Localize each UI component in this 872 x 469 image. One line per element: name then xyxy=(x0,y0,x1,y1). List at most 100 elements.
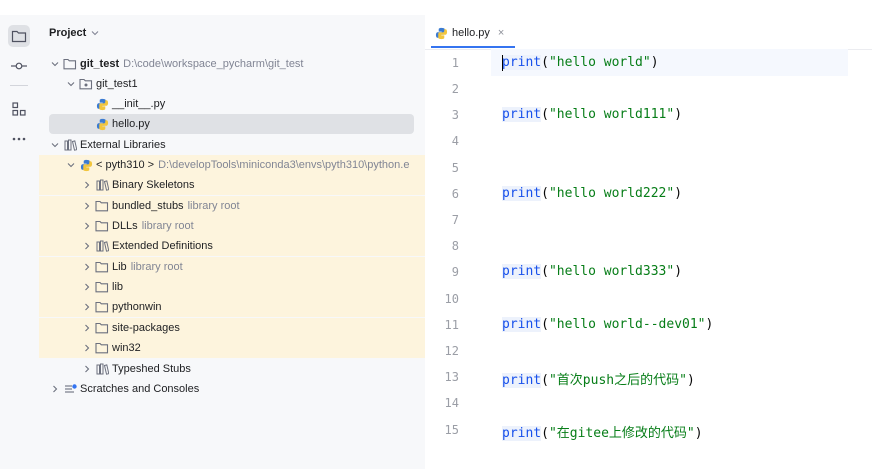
strip-separator xyxy=(10,85,28,86)
library-icon xyxy=(95,239,109,253)
code-string: "hello world222" xyxy=(548,186,675,201)
code-paren: ) xyxy=(650,55,659,70)
chevron-right-icon[interactable] xyxy=(81,277,93,297)
tree-item-init-py[interactable]: __init__.py xyxy=(39,94,425,114)
chevron-right-icon[interactable] xyxy=(81,297,93,317)
tree-item-lib-root[interactable]: Lib library root xyxy=(39,257,425,277)
code-string: "hello world333" xyxy=(548,264,675,279)
code-string: "hello world--dev01" xyxy=(548,317,706,332)
chevron-down-icon[interactable] xyxy=(65,155,77,175)
code-paren: ( xyxy=(541,107,549,122)
tree-item-label: lib xyxy=(112,281,124,293)
code-string: "hello world" xyxy=(548,55,651,70)
project-panel-header[interactable]: Project xyxy=(49,25,99,41)
tree-item-extended-definitions[interactable]: Extended Definitions xyxy=(39,236,425,256)
code-paren: ( xyxy=(541,264,549,279)
chevron-right-icon[interactable] xyxy=(81,338,93,358)
code-paren: ) xyxy=(686,373,695,388)
library-icon xyxy=(63,138,77,152)
tree-item-scratches[interactable]: Scratches and Consoles xyxy=(39,379,425,399)
folder-icon xyxy=(95,300,109,314)
code-function: print xyxy=(502,373,542,388)
chevron-down-icon[interactable] xyxy=(65,74,77,94)
chevron-right-icon[interactable] xyxy=(81,257,93,277)
chevron-down-icon[interactable] xyxy=(49,54,61,74)
tree-item-label: Typeshed Stubs xyxy=(112,363,191,375)
chevron-right-icon[interactable] xyxy=(81,359,93,379)
chevron-down-icon xyxy=(91,31,99,36)
line-number: 15 xyxy=(444,423,459,437)
tree-item-dlls[interactable]: DLLs library root xyxy=(39,216,425,236)
code-function: print xyxy=(502,264,542,279)
code-line: print("hello world") xyxy=(502,55,659,70)
tree-item-path: D:\code\workspace_pycharm\git_test xyxy=(123,58,304,70)
code-function: print xyxy=(502,186,542,201)
library-icon xyxy=(95,362,109,376)
tree-item-label: hello.py xyxy=(112,118,150,130)
more-icon xyxy=(12,137,26,141)
line-number: 13 xyxy=(444,370,459,384)
tree-item-pythonwin[interactable]: pythonwin xyxy=(39,297,425,317)
line-number: 1 xyxy=(451,56,459,70)
active-tab-indicator xyxy=(431,46,515,48)
tree-item-label: Extended Definitions xyxy=(112,240,213,252)
code-function: print xyxy=(502,317,542,332)
tree-item-git-test[interactable]: git_test D:\code\workspace_pycharm\git_t… xyxy=(39,54,425,74)
commit-icon xyxy=(11,62,27,70)
line-number: 8 xyxy=(451,239,459,253)
code-paren: ( xyxy=(541,317,549,332)
code-paren: ( xyxy=(541,373,549,388)
tree-item-label: __init__.py xyxy=(112,98,166,110)
python-sdk-icon xyxy=(79,158,93,172)
code-paren: ( xyxy=(541,55,549,70)
tree-item-bundled-stubs[interactable]: bundled_stubs library root xyxy=(39,196,425,216)
code-line: print("hello world333") xyxy=(502,264,682,279)
tree-item-label: git_test1 xyxy=(96,78,138,90)
code-function: print xyxy=(502,107,542,122)
folder-icon xyxy=(95,260,109,274)
code-paren: ) xyxy=(694,426,703,441)
code-string: "首次push之后的代码" xyxy=(548,373,687,388)
code-paren: ) xyxy=(705,317,714,332)
structure-tool-button[interactable] xyxy=(8,98,30,120)
tree-item-git-test1[interactable]: git_test1 xyxy=(39,74,425,94)
chevron-right-icon[interactable] xyxy=(81,318,93,338)
line-number: 6 xyxy=(451,187,459,201)
chevron-right-icon[interactable] xyxy=(49,379,61,399)
python-file-icon xyxy=(435,27,448,40)
close-icon[interactable]: × xyxy=(498,27,504,39)
code-string: "在gitee上修改的代码" xyxy=(548,426,695,441)
chevron-right-icon[interactable] xyxy=(81,236,93,256)
code-line: print("hello world222") xyxy=(502,186,682,201)
line-number: 7 xyxy=(451,213,459,227)
chevron-right-icon[interactable] xyxy=(81,175,93,195)
chevron-down-icon[interactable] xyxy=(49,135,61,155)
code-line: print("在gitee上修改的代码") xyxy=(502,422,703,441)
code-paren: ) xyxy=(674,264,683,279)
commit-tool-button[interactable] xyxy=(8,55,30,77)
more-tools-button[interactable] xyxy=(8,128,30,150)
line-number: 10 xyxy=(444,292,459,306)
chevron-right-icon[interactable] xyxy=(81,196,93,216)
chevron-right-icon[interactable] xyxy=(81,216,93,236)
tree-item-site-packages[interactable]: site-packages xyxy=(39,318,425,338)
text-caret xyxy=(502,55,503,71)
tree-item-win32[interactable]: win32 xyxy=(39,338,425,358)
tree-item-label: bundled_stubs xyxy=(112,200,184,212)
tree-item-binary-skeletons[interactable]: Binary Skeletons xyxy=(39,175,425,195)
project-tool-button[interactable] xyxy=(8,25,30,47)
tool-window-strip xyxy=(0,15,40,469)
tab-hello-py[interactable]: hello.py × xyxy=(435,23,504,43)
tree-item-lib[interactable]: lib xyxy=(39,277,425,297)
package-folder-icon xyxy=(79,77,93,91)
tree-item-typeshed-stubs[interactable]: Typeshed Stubs xyxy=(39,359,425,379)
tree-item-label: site-packages xyxy=(112,322,180,334)
tree-item-python-sdk[interactable]: < pyth310 > D:\developTools\miniconda3\e… xyxy=(39,155,425,175)
tree-item-external-libraries[interactable]: External Libraries xyxy=(39,135,425,155)
line-number: 14 xyxy=(444,396,459,410)
line-number: 9 xyxy=(451,265,459,279)
line-number: 12 xyxy=(444,344,459,358)
code-editor[interactable]: hello.py × 1 2 3 4 5 6 7 8 9 10 11 12 13… xyxy=(425,15,872,469)
tree-item-hello-py[interactable]: hello.py xyxy=(39,114,425,134)
folder-icon xyxy=(95,219,109,233)
